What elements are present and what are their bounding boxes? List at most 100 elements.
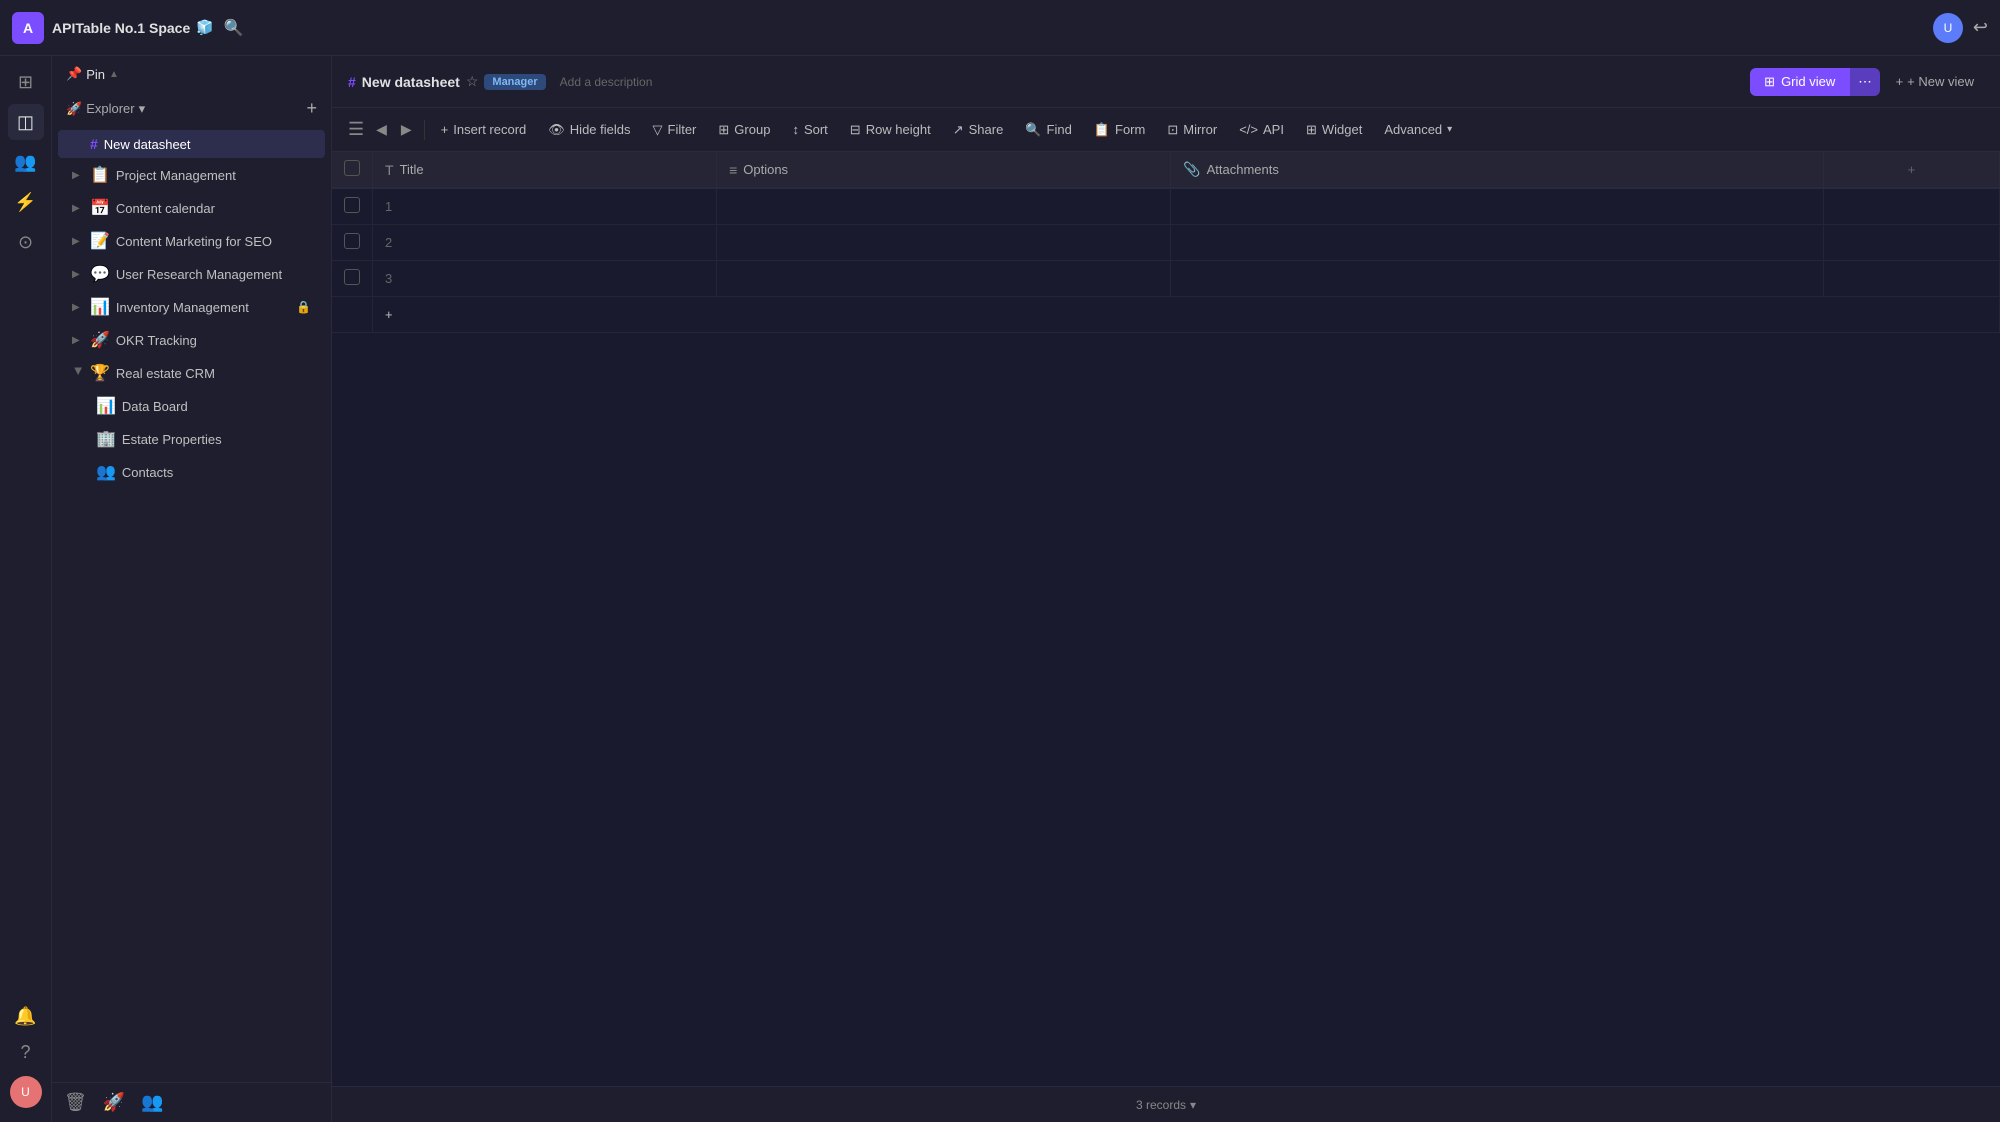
api-button[interactable]: </> API (1229, 117, 1294, 142)
sidebar-user-avatar[interactable]: U (10, 1076, 42, 1108)
back-button[interactable]: ◀ (370, 117, 393, 142)
row-2-options[interactable] (1171, 225, 1824, 261)
advanced-button[interactable]: Advanced ▾ (1374, 117, 1462, 142)
options-type-icon: ≡ (729, 162, 737, 178)
sidebar-item-contacts[interactable]: 👥 Contacts (58, 456, 325, 488)
form-button[interactable]: 📋 Form (1084, 117, 1156, 143)
add-column-button[interactable]: + (1823, 152, 1999, 188)
grid-view-button[interactable]: ⊞ Grid view (1750, 68, 1849, 96)
top-bar-right: U ↩ (1933, 13, 1988, 43)
find-button[interactable]: 🔍 Find (1015, 117, 1081, 143)
user-research-label: User Research Management (116, 267, 282, 282)
sidebar-item-okr-tracking[interactable]: ▶ 🚀 OKR Tracking (58, 324, 325, 356)
group-button[interactable]: ⊞ Group (708, 117, 780, 143)
sidebar-item-user-research[interactable]: ▶ 💬 User Research Management (58, 258, 325, 290)
row-height-button[interactable]: ⊟ Row height (840, 117, 941, 143)
checkbox-column-header[interactable] (332, 152, 373, 188)
sidebar-item-real-estate-crm[interactable]: ▶ 🏆 Real estate CRM (58, 357, 325, 389)
sidebar-icon-help[interactable]: ? (8, 1034, 44, 1070)
star-button[interactable]: ☆ (466, 73, 479, 90)
plus-icon: + (1896, 74, 1904, 89)
estate-properties-label: Estate Properties (122, 432, 222, 447)
records-footer[interactable]: 3 records ▾ (332, 1086, 2000, 1122)
sidebar-icon-notifications[interactable]: 🔔 (8, 998, 44, 1034)
explorer-title-text: Explorer (86, 101, 134, 116)
form-icon: 📋 (1094, 122, 1110, 138)
row-3-checkbox[interactable] (332, 261, 373, 297)
template-button[interactable]: 🚀 (103, 1092, 125, 1113)
real-estate-icon: 🏆 (90, 363, 110, 383)
mirror-button[interactable]: ⊡ Mirror (1157, 117, 1227, 143)
row-2-attachments[interactable] (1823, 225, 1999, 261)
insert-record-button[interactable]: + Insert record (431, 117, 537, 142)
add-row-button[interactable]: + (373, 297, 2000, 333)
sidebar-item-inventory-management[interactable]: ▶ 📊 Inventory Management 🔒 (58, 291, 325, 323)
share-button[interactable]: 👥 (141, 1092, 163, 1113)
content-marketing-icon: 📝 (90, 231, 110, 251)
sidebar-item-new-datasheet[interactable]: # New datasheet (58, 130, 325, 158)
row-1-title[interactable] (717, 188, 1171, 225)
sidebar-item-content-marketing[interactable]: ▶ 📝 Content Marketing for SEO (58, 225, 325, 257)
workspace-avatar: A (12, 12, 44, 44)
view-menu-button[interactable]: ⋯ (1849, 68, 1879, 96)
add-row[interactable]: + (332, 297, 2000, 333)
notifications-icon[interactable]: ↩ (1973, 17, 1988, 38)
forward-button[interactable]: ▶ (395, 117, 418, 142)
select-all-checkbox[interactable] (344, 160, 360, 176)
add-datasheet-button[interactable]: + (306, 98, 317, 119)
row-1-checkbox[interactable] (332, 188, 373, 225)
sidebar-icon-table[interactable]: ◫ (8, 104, 44, 140)
sidebar-item-content-calendar[interactable]: ▶ 📅 Content calendar (58, 192, 325, 224)
hide-fields-icon: 👁 (548, 122, 565, 138)
hide-fields-button[interactable]: 👁 Hide fields (538, 117, 640, 143)
nav-items: # New datasheet ▶ 📋 Project Management ▶… (52, 125, 331, 1082)
search-button[interactable]: 🔍 (224, 18, 244, 38)
row-2-title[interactable] (717, 225, 1171, 261)
sidebar-item-estate-properties[interactable]: 🏢 Estate Properties (58, 423, 325, 455)
new-view-button[interactable]: + + New view (1886, 68, 1984, 95)
separator-1 (424, 120, 425, 140)
row-3-title[interactable] (717, 261, 1171, 297)
row-2-num: 2 (373, 225, 717, 261)
row-3-attachments[interactable] (1823, 261, 1999, 297)
sidebar-icon-automation[interactable]: ⚡ (8, 184, 44, 220)
toolbar: ☰ ◀ ▶ + Insert record 👁 Hide fields ▽ Fi… (332, 108, 2000, 152)
sheet-description[interactable]: Add a description (560, 75, 653, 89)
inventory-management-label: Inventory Management (116, 300, 249, 315)
okr-tracking-label: OKR Tracking (116, 333, 197, 348)
sort-label: Sort (804, 122, 828, 137)
sidebar-item-project-management[interactable]: ▶ 📋 Project Management (58, 159, 325, 191)
attachments-column-header[interactable]: 📎 Attachments (1171, 152, 1824, 188)
sheet-name: # New datasheet ☆ Manager (348, 73, 546, 90)
trash-button[interactable]: 🗑 (64, 1092, 87, 1113)
sidebar-item-data-board[interactable]: 📊 Data Board (58, 390, 325, 422)
row-1-options[interactable] (1171, 188, 1824, 225)
advanced-label: Advanced (1384, 122, 1442, 137)
pin-label[interactable]: 📌 Pin ▲ (66, 66, 119, 82)
explorer-title[interactable]: 🚀 Explorer ▾ (66, 101, 145, 117)
sidebar-icon-settings[interactable]: ⊙ (8, 224, 44, 260)
row-2-checkbox[interactable] (332, 225, 373, 261)
sidebar-icon-home[interactable]: ⊞ (8, 64, 44, 100)
widget-button[interactable]: ⊞ Widget (1296, 117, 1372, 143)
new-view-label: + New view (1907, 74, 1974, 89)
row-1-attachments[interactable] (1823, 188, 1999, 225)
content-calendar-chevron-icon: ▶ (72, 203, 84, 214)
table-row: 1 (332, 188, 2000, 225)
sidebar-icon-team[interactable]: 👥 (8, 144, 44, 180)
filter-button[interactable]: ▽ Filter (643, 117, 707, 143)
share-icon: ↗ (953, 122, 964, 138)
options-column-header[interactable]: ≡ Options (717, 152, 1171, 188)
rocket-nav-icon: 🚀 (66, 101, 82, 117)
explorer-header: 📌 Pin ▲ (52, 56, 331, 92)
user-avatar: U (1933, 13, 1963, 43)
pin-text: Pin (86, 67, 105, 82)
share-button[interactable]: ↗ Share (943, 117, 1014, 143)
insert-record-icon: + (441, 122, 449, 137)
mirror-label: Mirror (1183, 122, 1217, 137)
sidebar-toggle-button[interactable]: ☰ (344, 115, 368, 144)
inventory-chevron-icon: ▶ (72, 302, 84, 313)
sort-button[interactable]: ↕ Sort (782, 117, 837, 142)
row-3-options[interactable] (1171, 261, 1824, 297)
title-column-header[interactable]: T Title (373, 152, 717, 188)
